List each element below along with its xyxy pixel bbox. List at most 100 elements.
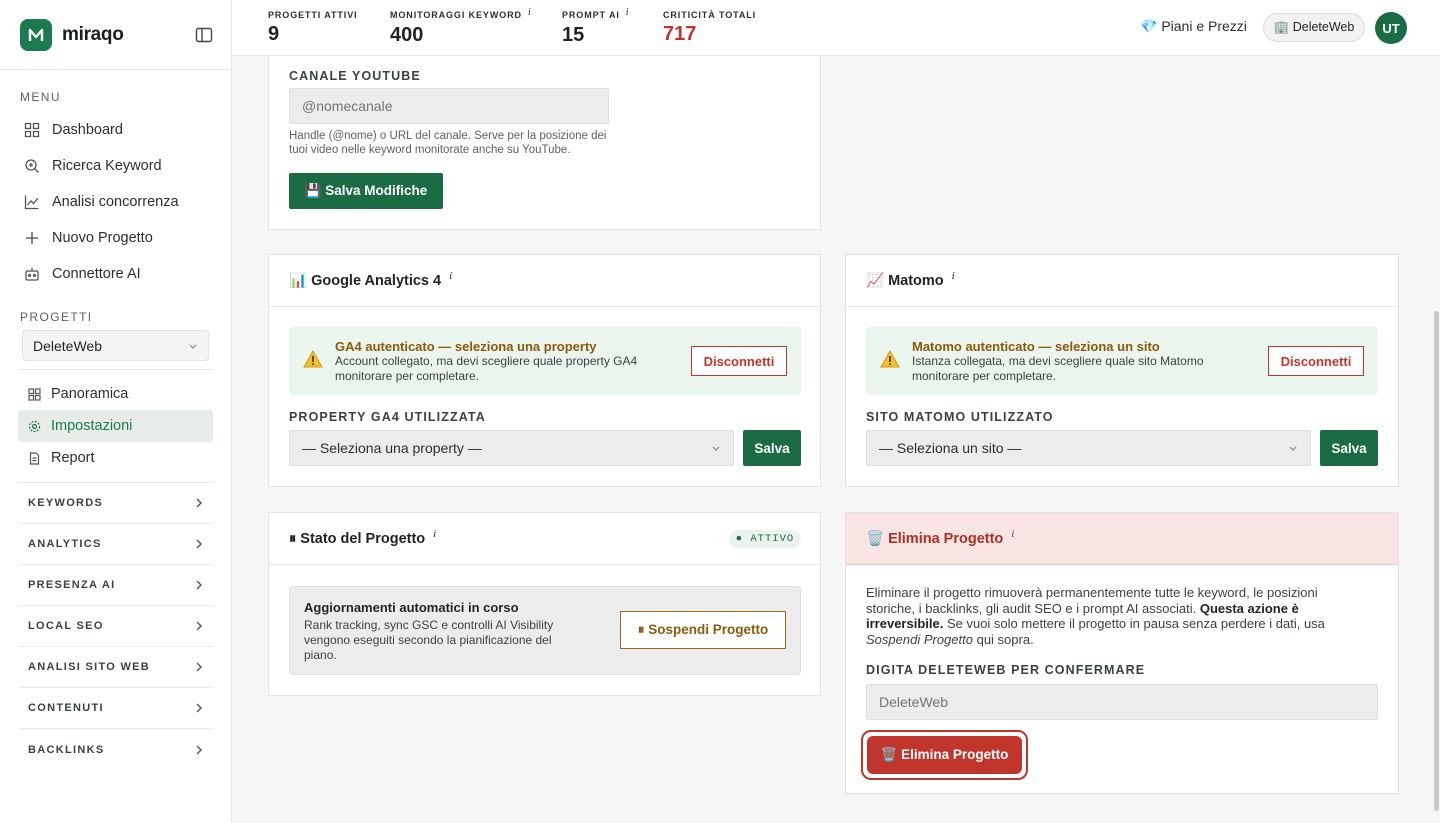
group-keywords[interactable]: KEYWORDS bbox=[18, 483, 213, 524]
ga4-title: 📊 Google Analytics 4 bbox=[289, 273, 442, 289]
nav-item-keyword-research[interactable]: Ricerca Keyword bbox=[0, 148, 231, 184]
ga4-alert-text: Account collegato, ma devi scegliere qua… bbox=[335, 354, 638, 383]
brand-name: miraqo bbox=[62, 23, 124, 45]
nav-item-label: Analisi concorrenza bbox=[52, 194, 179, 210]
youtube-channel-input[interactable] bbox=[289, 88, 609, 124]
search-icon bbox=[24, 158, 40, 174]
save-changes-button[interactable]: 💾 Salva Modifiche bbox=[289, 173, 443, 209]
delete-warning-text: Eliminare il progetto rimuoverà permanen… bbox=[866, 585, 1366, 647]
group-label: CONTENUTI bbox=[28, 702, 104, 714]
stat-value: 15 bbox=[562, 24, 585, 46]
group-label: ANALYTICS bbox=[28, 538, 102, 550]
youtube-field-label: CANALE YOUTUBE bbox=[289, 69, 421, 83]
status-badge: ● ATTIVO bbox=[729, 530, 801, 548]
nav-item-dashboard[interactable]: Dashboard bbox=[0, 112, 231, 148]
ga4-card: 📊 Google Analytics 4 i GA4 autenticato — … bbox=[268, 254, 821, 487]
info-icon[interactable]: i bbox=[626, 7, 630, 18]
nav-item-new-project[interactable]: Nuovo Progetto bbox=[0, 220, 231, 256]
group-ai-presence[interactable]: PRESENZA AI bbox=[18, 565, 213, 606]
sidebar-groups: KEYWORDS ANALYTICS PRESENZA AI LOCAL SEO… bbox=[0, 483, 231, 770]
matomo-alert-text: Istanza collegata, ma devi scegliere qua… bbox=[912, 354, 1204, 383]
stat-value: 9 bbox=[268, 23, 280, 45]
logo-icon[interactable] bbox=[20, 18, 52, 51]
delete-card-header: 🗑️ Elimina Progetto i bbox=[846, 513, 1398, 565]
nav-item-ai-connector[interactable]: Connettore AI bbox=[0, 256, 231, 292]
youtube-help-text: Handle (@nome) o URL del canale. Serve p… bbox=[289, 130, 607, 156]
status-title: ⏸ Stato del Progetto bbox=[289, 530, 426, 547]
document-icon bbox=[28, 451, 41, 465]
stat-label: PROMPT AI i bbox=[562, 7, 630, 20]
delete-project-button[interactable]: 🗑️ Elimina Progetto bbox=[867, 736, 1022, 774]
plans-pricing-link[interactable]: 💎 Piani e Prezzi bbox=[1140, 18, 1247, 35]
stat-ai-prompts: PROMPT AI i 15 bbox=[562, 7, 630, 47]
chevron-right-icon bbox=[195, 498, 203, 508]
chevron-down-icon bbox=[711, 443, 721, 453]
group-backlinks[interactable]: BACKLINKS bbox=[18, 729, 213, 770]
chevron-right-icon bbox=[195, 662, 203, 672]
group-label: PRESENZA AI bbox=[28, 579, 116, 591]
stat-value: 400 bbox=[390, 24, 424, 46]
sidebar-item-report[interactable]: Report bbox=[18, 442, 213, 474]
scrollbar[interactable] bbox=[1434, 311, 1439, 811]
sidebar-item-overview[interactable]: Panoramica bbox=[18, 378, 213, 410]
project-select[interactable]: DeleteWeb bbox=[22, 330, 209, 361]
plus-icon bbox=[24, 230, 40, 246]
ga4-field-label: PROPERTY GA4 UTILIZZATA bbox=[289, 410, 486, 424]
sidebar-toggle-icon[interactable] bbox=[195, 26, 213, 44]
info-icon[interactable]: i bbox=[952, 270, 955, 282]
confirm-delete-input[interactable] bbox=[866, 684, 1378, 720]
matomo-save-button[interactable]: Salva bbox=[1320, 430, 1378, 466]
ga4-save-button[interactable]: Salva bbox=[743, 430, 801, 466]
group-label: ANALISI SITO WEB bbox=[28, 661, 151, 673]
sidebar-item-label: Panoramica bbox=[51, 386, 129, 402]
nav-item-label: Nuovo Progetto bbox=[52, 230, 153, 246]
delete-project-card: 🗑️ Elimina Progetto i Eliminare il proget… bbox=[845, 512, 1399, 794]
stat-keyword-monitoring: MONITORAGGI KEYWORD i 400 bbox=[390, 7, 532, 47]
topbar: PROGETTI ATTIVI 9 MONITORAGGI KEYWORD i 4… bbox=[232, 0, 1440, 56]
matomo-disconnect-button[interactable]: Disconnetti bbox=[1268, 346, 1364, 376]
stat-value: 717 bbox=[663, 23, 697, 45]
chevron-right-icon bbox=[195, 745, 203, 755]
nav-item-label: Dashboard bbox=[52, 122, 123, 138]
ga4-alert-title: GA4 autenticato — seleziona una property bbox=[335, 339, 597, 354]
sidebar-item-label: Report bbox=[51, 450, 95, 466]
project-select-value: DeleteWeb bbox=[33, 337, 103, 354]
chevron-down-icon bbox=[188, 341, 198, 351]
matomo-select-value: — Seleziona un sito — bbox=[879, 440, 1022, 456]
info-icon[interactable]: i bbox=[1011, 528, 1014, 540]
brand-header: miraqo bbox=[0, 0, 231, 70]
nav-item-label: Ricerca Keyword bbox=[52, 158, 162, 174]
group-local-seo[interactable]: LOCAL SEO bbox=[18, 606, 213, 647]
group-site-analysis[interactable]: ANALISI SITO WEB bbox=[18, 647, 213, 688]
info-icon[interactable]: i bbox=[528, 7, 532, 18]
stat-label: PROGETTI ATTIVI bbox=[268, 10, 358, 20]
ga4-alert: GA4 autenticato — seleziona una property… bbox=[289, 327, 801, 395]
ga4-disconnect-button[interactable]: Disconnetti bbox=[691, 346, 787, 376]
workspace-chip[interactable]: 🏢 DeleteWeb bbox=[1263, 13, 1365, 42]
menu-section-label: MENU bbox=[20, 90, 61, 104]
sidebar-item-settings[interactable]: Impostazioni bbox=[18, 410, 213, 442]
ga4-property-select[interactable]: — Seleziona una property — bbox=[289, 430, 734, 466]
matomo-alert-title: Matomo autenticato — seleziona un sito bbox=[912, 339, 1160, 354]
projects-section-label: PROGETTI bbox=[20, 310, 93, 324]
group-content[interactable]: CONTENUTI bbox=[18, 688, 213, 729]
chevron-right-icon bbox=[195, 539, 203, 549]
nav-item-label: Connettore AI bbox=[52, 266, 141, 282]
warning-icon bbox=[303, 350, 323, 368]
info-icon[interactable]: i bbox=[449, 270, 452, 282]
suspend-project-button[interactable]: ⏸ Sospendi Progetto bbox=[620, 611, 786, 649]
matomo-site-select[interactable]: — Seleziona un sito — bbox=[866, 430, 1311, 466]
main-content: CANALE YOUTUBE Handle (@nome) o URL del … bbox=[232, 56, 1440, 823]
nav-item-competitors[interactable]: Analisi concorrenza bbox=[0, 184, 231, 220]
matomo-title: 📈 Matomo bbox=[866, 273, 944, 289]
group-analytics[interactable]: ANALYTICS bbox=[18, 524, 213, 565]
avatar[interactable]: UT bbox=[1375, 12, 1407, 44]
info-icon[interactable]: i bbox=[433, 528, 436, 540]
chevron-down-icon bbox=[1288, 443, 1298, 453]
stat-label: MONITORAGGI KEYWORD i bbox=[390, 7, 532, 20]
delete-text-part2: Se vuoi solo mettere il progetto in paus… bbox=[946, 616, 1325, 631]
confirm-field-label: DIGITA DELETEWEB PER CONFERMARE bbox=[866, 663, 1146, 677]
grid-icon bbox=[24, 122, 40, 138]
robot-icon bbox=[24, 266, 40, 282]
delete-text-part3: qui sopra. bbox=[976, 631, 1034, 647]
